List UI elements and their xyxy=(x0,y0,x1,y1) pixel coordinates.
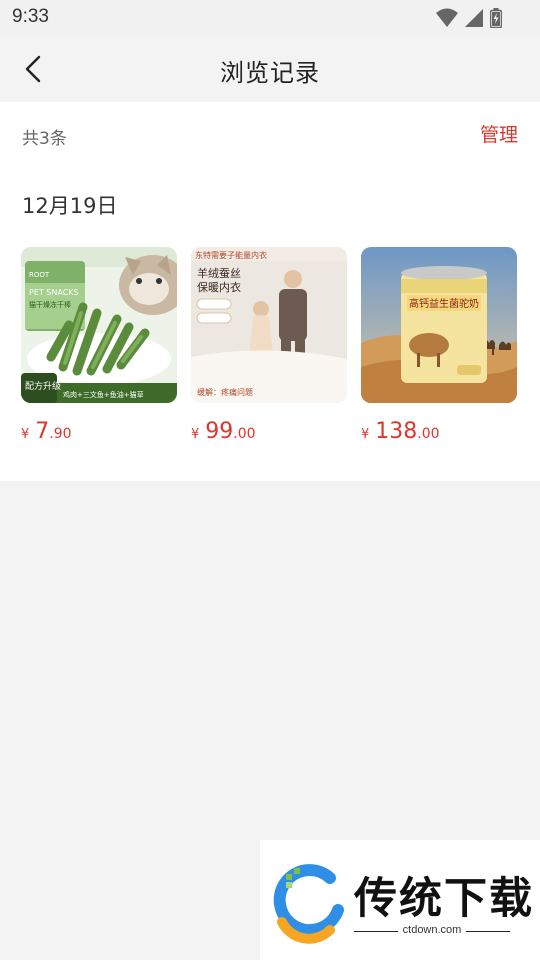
product-image-pet-snacks: ROOT PET SNACKS 猫干燥冻干棒 配方升级 鸡肉+三文鱼+鱼油+猫草 xyxy=(21,247,177,403)
product-price: ¥ 7 .90 xyxy=(21,419,177,444)
currency-symbol: ¥ xyxy=(361,427,370,442)
product-price: ¥ 99 .00 xyxy=(191,419,347,444)
status-bar: 9:33 xyxy=(0,0,540,36)
currency-symbol: ¥ xyxy=(191,427,200,442)
underwear-banner: 东特需要子能量内衣 xyxy=(195,250,267,260)
price-decimal: .00 xyxy=(233,426,256,442)
underwear-title: 羊绒蚕丝 xyxy=(197,266,241,280)
price-integer: 7 xyxy=(35,419,50,444)
item-count: 共3条 xyxy=(22,129,67,149)
status-icons xyxy=(436,7,502,29)
watermark-logo-icon xyxy=(273,864,344,944)
date-heading: 12月19日 xyxy=(22,194,118,218)
underwear-footer: 缓解：疼痛问题 xyxy=(197,387,253,397)
page-title: 浏览记录 xyxy=(220,59,320,87)
camel-milk-title: 高钙益生菌驼奶 xyxy=(409,297,479,310)
watermark-url: ctdown.com xyxy=(402,924,462,936)
currency-symbol: ¥ xyxy=(21,427,30,442)
product-card[interactable]: 高钙益生菌驼奶 ¥ 138 .00 xyxy=(361,247,517,444)
watermark-text: 传统下载 xyxy=(354,874,534,924)
price-integer: 99 xyxy=(205,419,234,444)
battery-icon xyxy=(490,8,502,28)
pet-badge: 配方升级 xyxy=(25,380,61,392)
wifi-icon xyxy=(436,8,458,27)
pet-snacks-title: PET SNACKS xyxy=(29,288,79,297)
product-image-thermal-underwear: 东特需要子能量内衣 羊绒蚕丝 保暖内衣 缓解：疼痛问题 xyxy=(191,247,347,403)
price-integer: 138 xyxy=(375,419,418,444)
manage-button[interactable]: 管理 xyxy=(480,120,518,147)
pet-brand-tag: ROOT xyxy=(29,271,50,279)
pet-snacks-subtitle: 猫干燥冻干棒 xyxy=(29,300,71,309)
product-image-camel-milk: 高钙益生菌驼奶 xyxy=(361,247,517,403)
watermark-rule-right xyxy=(466,931,510,932)
history-content: 共3条 管理 12月19日 ROOT PET SNACKS 猫干燥冻干棒 配方升… xyxy=(0,102,540,481)
status-time: 9:33 xyxy=(12,6,49,27)
underwear-title-2: 保暖内衣 xyxy=(197,280,241,294)
price-decimal: .90 xyxy=(49,426,72,442)
pet-footer: 鸡肉+三文鱼+鱼油+猫草 xyxy=(63,390,144,399)
product-card[interactable]: ROOT PET SNACKS 猫干燥冻干棒 配方升级 鸡肉+三文鱼+鱼油+猫草… xyxy=(21,247,177,444)
product-list: ROOT PET SNACKS 猫干燥冻干棒 配方升级 鸡肉+三文鱼+鱼油+猫草… xyxy=(21,247,517,444)
site-watermark: 传统下载 ctdown.com xyxy=(260,840,540,960)
signal-icon xyxy=(465,9,483,27)
price-decimal: .00 xyxy=(417,426,440,442)
nav-bar: 浏览记录 xyxy=(0,36,540,102)
product-price: ¥ 138 .00 xyxy=(361,419,517,444)
product-card[interactable]: 东特需要子能量内衣 羊绒蚕丝 保暖内衣 缓解：疼痛问题 ¥ 99 .00 xyxy=(191,247,347,444)
